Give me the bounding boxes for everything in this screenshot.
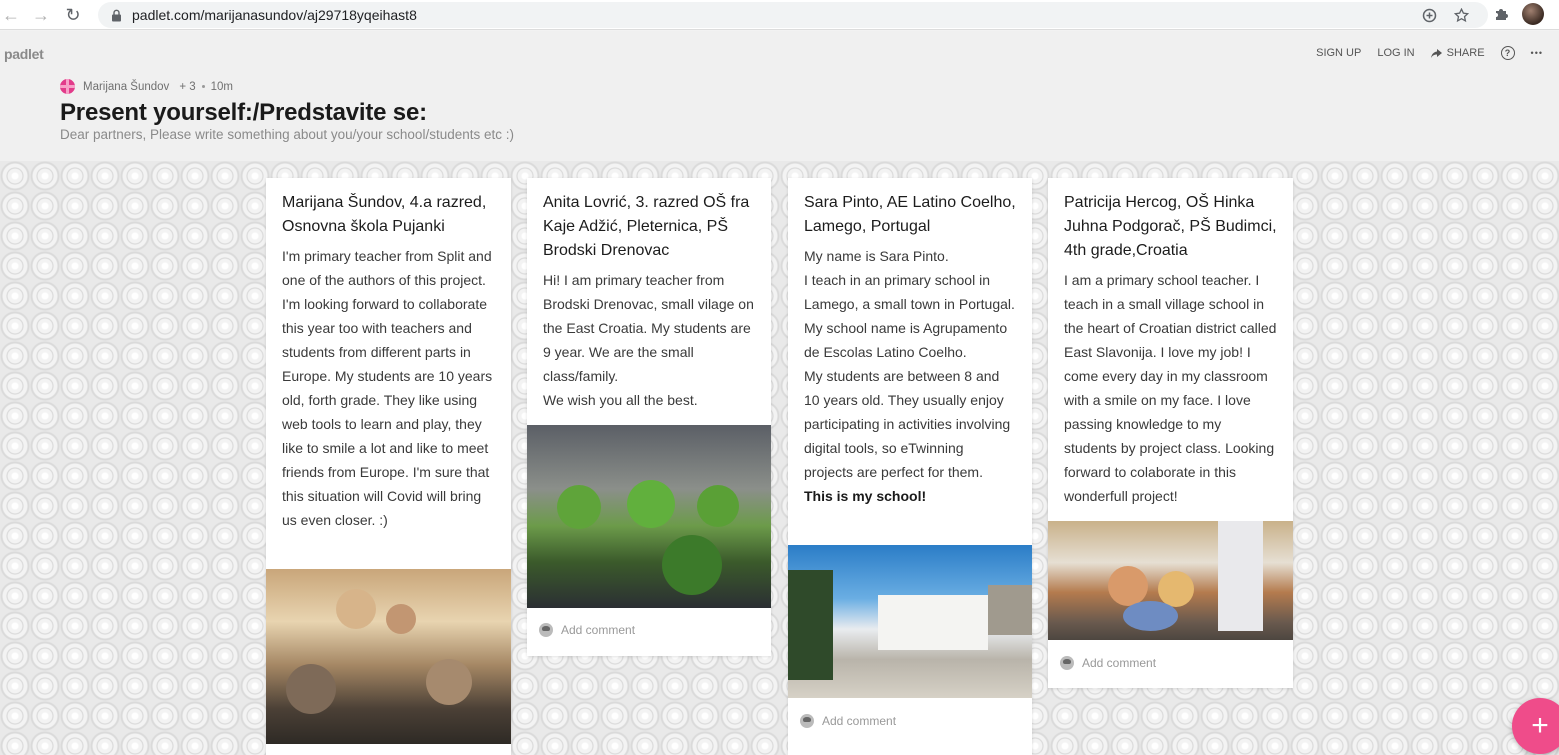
author-name[interactable]: Marijana Šundov <box>83 81 169 93</box>
post-card[interactable]: Anita Lovrić, 3. razred OŠ fra Kaje Adži… <box>527 178 771 656</box>
forward-arrow-icon[interactable]: → <box>30 4 52 26</box>
post-body: My name is Sara Pinto. I teach in an pri… <box>804 244 1016 508</box>
contributors-count: + 3 <box>179 80 196 93</box>
post-photo[interactable] <box>788 545 1032 698</box>
add-comment-label: Add comment <box>561 623 636 637</box>
share-button[interactable]: SHARE <box>1430 47 1485 59</box>
padlet-logo[interactable]: padlet <box>4 46 44 62</box>
share-label: SHARE <box>1446 47 1485 59</box>
profile-avatar[interactable] <box>1522 3 1544 25</box>
post-body: I am a primary school teacher. I teach i… <box>1064 268 1277 508</box>
plus-icon: + <box>1531 709 1549 742</box>
post-title: Anita Lovrić, 3. razred OŠ fra Kaje Adži… <box>543 194 750 259</box>
sign-up-button[interactable]: SIGN UP <box>1316 47 1361 59</box>
post-title: Sara Pinto, AE Latino Coelho, Lamego, Po… <box>804 194 1016 235</box>
post-title: Marijana Šundov, 4.a razred, Osnovna ško… <box>282 194 487 235</box>
padlet-header: padlet SIGN UP LOG IN SHARE ? ••• Marija… <box>0 31 1559 161</box>
post-paragraph: My school name is Agrupamento de Escolas… <box>804 320 1008 360</box>
address-bar[interactable]: padlet.com/marijanasundov/aj29718yqeihas… <box>98 2 1488 28</box>
post-title: Patricija Hercog, OŠ Hinka Juhna Podgora… <box>1064 194 1277 259</box>
commenter-avatar-icon <box>800 714 814 728</box>
reload-icon[interactable]: ↻ <box>62 4 84 26</box>
header-actions: SIGN UP LOG IN SHARE ? ••• <box>1316 46 1543 60</box>
post-card[interactable]: Marijana Šundov, 4.a razred, Osnovna ško… <box>266 178 511 755</box>
post-card[interactable]: Patricija Hercog, OŠ Hinka Juhna Podgora… <box>1048 178 1293 688</box>
lock-icon <box>108 7 124 23</box>
commenter-avatar-icon <box>1060 656 1074 670</box>
help-icon[interactable]: ? <box>1500 46 1515 60</box>
post-paragraph: Hi! I am primary teacher from Brodski Dr… <box>543 272 754 384</box>
add-comment-label: Add comment <box>1082 656 1157 670</box>
board-age: 10m <box>210 80 233 93</box>
post-photo[interactable] <box>266 569 511 744</box>
board-description: Dear partners, Please write something ab… <box>60 127 514 142</box>
post-card[interactable]: Sara Pinto, AE Latino Coelho, Lamego, Po… <box>788 178 1032 755</box>
log-in-button[interactable]: LOG IN <box>1377 47 1414 59</box>
board-wallpaper <box>0 161 1559 755</box>
post-photo[interactable] <box>1048 521 1293 640</box>
more-options-icon[interactable]: ••• <box>1531 48 1543 58</box>
share-icon <box>1430 48 1442 58</box>
post-paragraph: We wish you all the best. <box>543 392 698 408</box>
commenter-avatar-icon <box>539 623 553 637</box>
extensions-puzzle-icon[interactable] <box>1492 5 1510 23</box>
separator-dot <box>201 85 205 88</box>
url-text: padlet.com/marijanasundov/aj29718yqeihas… <box>132 7 417 23</box>
browser-toolbar: ← → ↻ padlet.com/marijanasundov/aj29718y… <box>0 0 1559 30</box>
post-paragraph: My name is Sara Pinto. <box>804 248 949 264</box>
add-comment-button[interactable]: Add comment <box>1060 656 1156 670</box>
add-comment-label: Add comment <box>822 714 897 728</box>
post-paragraph: I'm primary teacher from Split and one o… <box>282 248 493 528</box>
post-photo[interactable] <box>527 425 771 608</box>
post-paragraph: I am a primary school teacher. I teach i… <box>1064 272 1277 504</box>
post-paragraph: I teach in an primary school in Lamego, … <box>804 272 1015 312</box>
star-icon[interactable] <box>1452 6 1470 24</box>
post-bold-text: This is my school! <box>804 488 927 504</box>
zoom-icon[interactable] <box>1420 6 1438 24</box>
back-arrow-icon[interactable]: ← <box>0 4 22 26</box>
post-body: I'm primary teacher from Split and one o… <box>282 244 495 532</box>
post-paragraph: My students are between 8 and 10 years o… <box>804 368 1011 480</box>
board-title: Present yourself:/Predstavite se: <box>60 99 427 126</box>
author-avatar[interactable] <box>60 79 75 94</box>
post-body: Hi! I am primary teacher from Brodski Dr… <box>543 268 755 412</box>
add-comment-button[interactable]: Add comment <box>539 623 635 637</box>
add-post-button[interactable]: + <box>1512 698 1559 754</box>
board-meta: Marijana Šundov + 3 10m <box>60 79 233 94</box>
add-comment-button[interactable]: Add comment <box>800 714 896 728</box>
